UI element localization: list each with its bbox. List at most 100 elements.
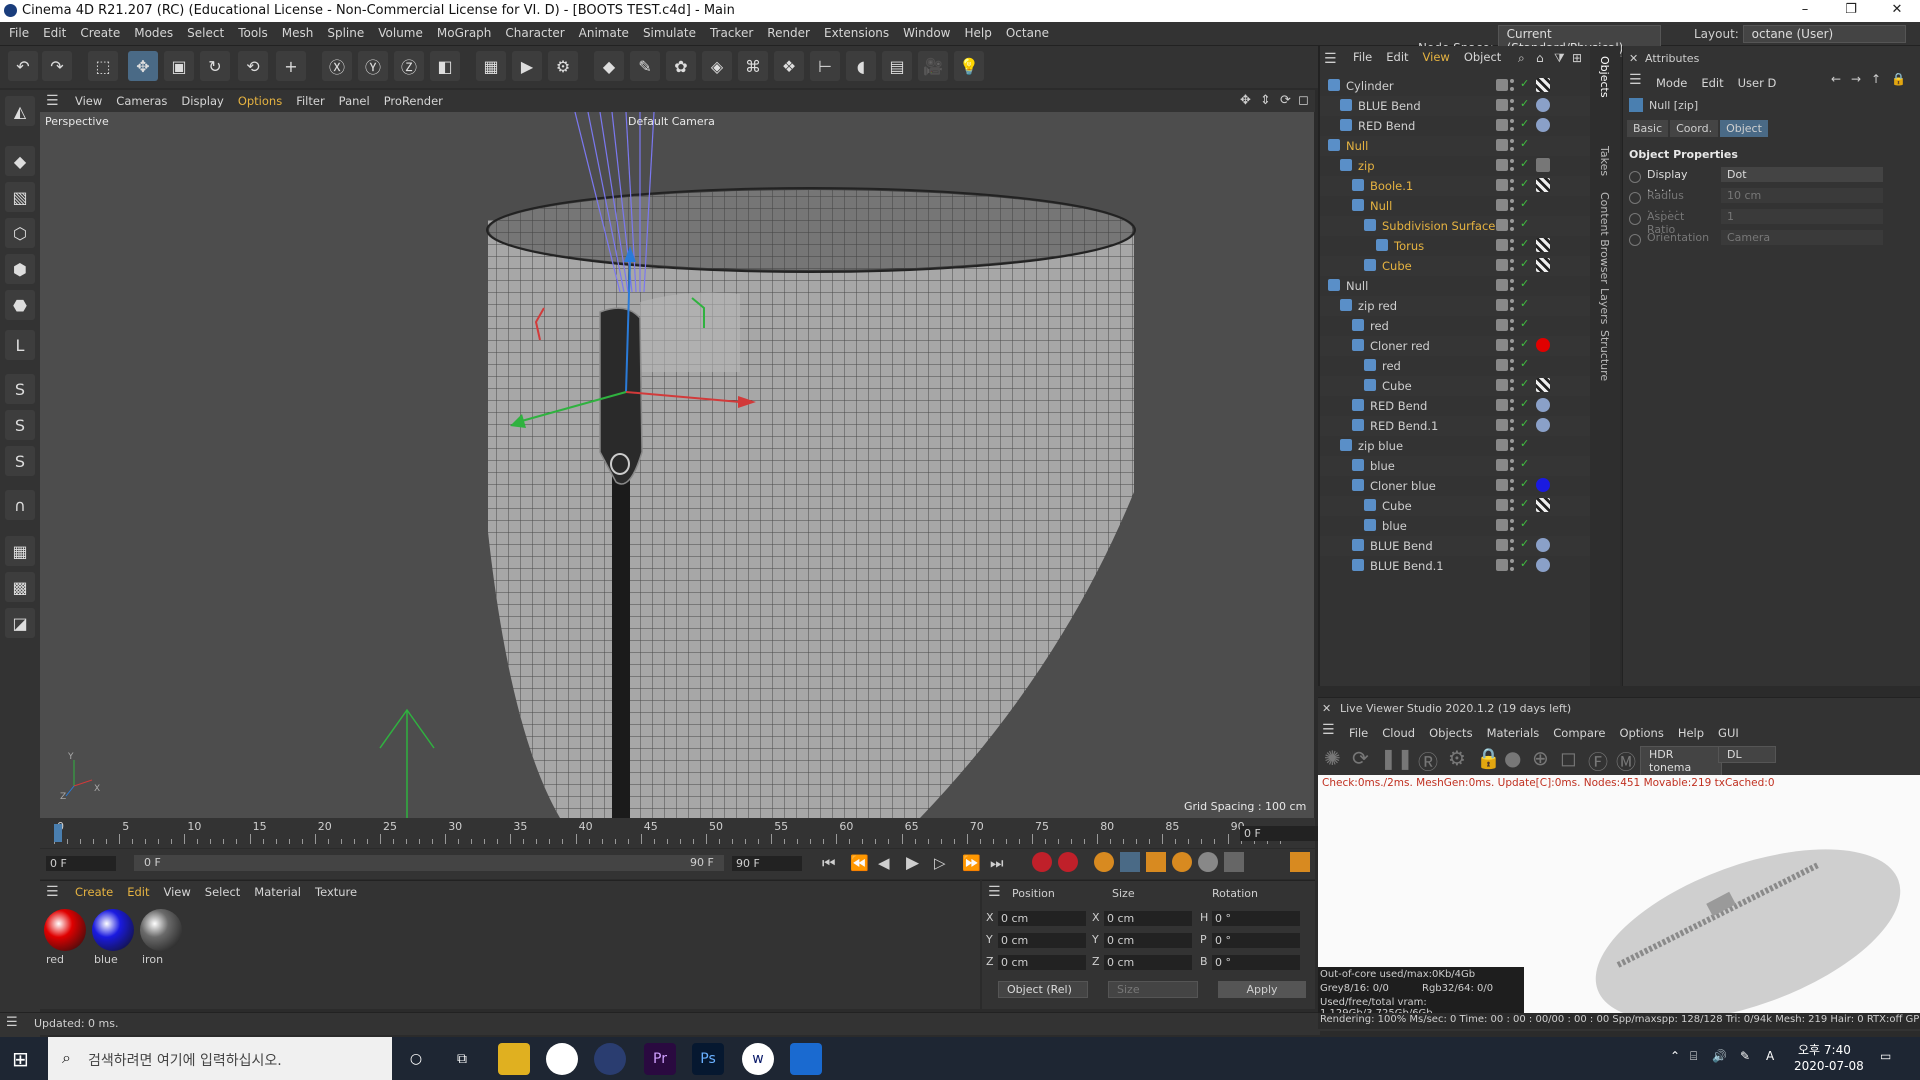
radio-icon[interactable] bbox=[1629, 192, 1641, 204]
region-icon[interactable]: Ⓡ bbox=[1418, 746, 1438, 775]
motion-icon[interactable]: Ⓜ bbox=[1616, 746, 1636, 775]
workplane-lock-icon[interactable]: ▩ bbox=[5, 572, 35, 602]
property-value[interactable]: 10 cm bbox=[1721, 188, 1883, 203]
material-tag[interactable] bbox=[1536, 158, 1550, 172]
clock-time[interactable]: 오후 7:40 bbox=[1798, 1041, 1851, 1058]
render-dots[interactable] bbox=[1510, 339, 1518, 351]
y-axis-lock-icon[interactable]: Ⓨ bbox=[358, 51, 388, 81]
visibility-toggle[interactable] bbox=[1496, 479, 1508, 491]
keyframe-selection-icon[interactable] bbox=[1094, 852, 1114, 872]
tray-chevron-icon[interactable]: ⌃ bbox=[1670, 1049, 1680, 1063]
focus-icon[interactable]: Ⓕ bbox=[1588, 746, 1608, 775]
key-rotation-icon[interactable] bbox=[1172, 852, 1192, 872]
enabled-check-icon[interactable]: ✓ bbox=[1520, 257, 1529, 270]
render-dots[interactable] bbox=[1510, 519, 1518, 531]
object-row[interactable]: Null ✓ bbox=[1320, 136, 1592, 156]
tab-basic[interactable]: Basic bbox=[1627, 120, 1669, 137]
lock-icon[interactable]: 🔒 bbox=[1891, 72, 1906, 86]
visibility-toggle[interactable] bbox=[1496, 299, 1508, 311]
light-icon[interactable]: 💡 bbox=[954, 51, 984, 81]
menu-character[interactable]: Character bbox=[498, 22, 571, 45]
rotation-field[interactable]: 0 ° bbox=[1212, 933, 1300, 948]
object-menu-edit[interactable]: Edit bbox=[1379, 46, 1415, 69]
render-dots[interactable] bbox=[1510, 119, 1518, 131]
photoshop-icon[interactable]: Ps bbox=[692, 1043, 724, 1075]
new-window-icon[interactable]: ⊞ bbox=[1572, 51, 1582, 65]
array-icon[interactable]: ◈ bbox=[702, 51, 732, 81]
live-viewer-menu-file[interactable]: File bbox=[1342, 722, 1375, 745]
visibility-toggle[interactable] bbox=[1496, 319, 1508, 331]
playhead[interactable] bbox=[54, 824, 62, 842]
material-tag[interactable] bbox=[1536, 378, 1550, 392]
visibility-toggle[interactable] bbox=[1496, 219, 1508, 231]
cortana-icon[interactable]: ○ bbox=[400, 1043, 432, 1075]
object-row[interactable]: Torus ✓ bbox=[1320, 236, 1592, 256]
material-tag[interactable] bbox=[1536, 418, 1550, 432]
object-row[interactable]: BLUE Bend ✓ bbox=[1320, 536, 1592, 556]
object-row[interactable]: RED Bend.1 ✓ bbox=[1320, 416, 1592, 436]
position-field[interactable]: 0 cm bbox=[998, 933, 1086, 948]
goto-start-icon[interactable]: ⏮ bbox=[822, 854, 836, 872]
menu-spline[interactable]: Spline bbox=[320, 22, 371, 45]
attributes-menu-mode[interactable]: Mode bbox=[1649, 72, 1694, 95]
material-menu-view[interactable]: View bbox=[157, 881, 198, 904]
cube-object-icon[interactable]: ◆ bbox=[594, 51, 624, 81]
visibility-toggle[interactable] bbox=[1496, 199, 1508, 211]
visibility-toggle[interactable] bbox=[1496, 359, 1508, 371]
workplane-icon[interactable]: ▦ bbox=[5, 536, 35, 566]
visibility-toggle[interactable] bbox=[1496, 499, 1508, 511]
material-tag[interactable] bbox=[1536, 498, 1550, 512]
enabled-check-icon[interactable]: ✓ bbox=[1520, 517, 1529, 530]
object-row[interactable]: Cloner red ✓ bbox=[1320, 336, 1592, 356]
windows-start-icon[interactable]: ⊞ bbox=[12, 1047, 29, 1071]
filter-icon[interactable]: ⧩ bbox=[1554, 51, 1565, 66]
forward-arrow-icon[interactable]: → bbox=[1851, 72, 1861, 86]
kernel-select[interactable]: DL bbox=[1718, 746, 1776, 763]
tab-coord[interactable]: Coord. bbox=[1670, 120, 1719, 137]
enabled-check-icon[interactable]: ✓ bbox=[1520, 337, 1529, 350]
tonemap-select[interactable]: HDR tonema bbox=[1640, 746, 1722, 776]
close-icon[interactable]: ✕ bbox=[1629, 52, 1638, 65]
timeline-ruler[interactable]: 051015202530354045505560657075808590 0 F bbox=[40, 818, 1318, 848]
menu-mograph[interactable]: MoGraph bbox=[430, 22, 499, 45]
visibility-toggle[interactable] bbox=[1496, 459, 1508, 471]
viewport-menu-filter[interactable]: Filter bbox=[289, 90, 331, 113]
viewport-menu-view[interactable]: View bbox=[68, 90, 109, 113]
visibility-toggle[interactable] bbox=[1496, 139, 1508, 151]
key-param-icon[interactable] bbox=[1198, 852, 1218, 872]
menu-select[interactable]: Select bbox=[180, 22, 231, 45]
material-tag[interactable] bbox=[1536, 98, 1550, 112]
property-value[interactable]: Camera bbox=[1721, 230, 1883, 245]
enabled-check-icon[interactable]: ✓ bbox=[1520, 297, 1529, 310]
live-viewer-menu-compare[interactable]: Compare bbox=[1546, 722, 1612, 745]
tab-structure[interactable]: Structure bbox=[1598, 330, 1611, 381]
menu-modes[interactable]: Modes bbox=[127, 22, 180, 45]
clay-icon[interactable]: ◻ bbox=[1560, 746, 1577, 770]
material-menu-select[interactable]: Select bbox=[198, 881, 247, 904]
chrome-icon[interactable] bbox=[546, 1043, 578, 1075]
live-viewer-menu-gui[interactable]: GUI bbox=[1711, 722, 1746, 745]
menu-help[interactable]: Help bbox=[958, 22, 999, 45]
hamburger-icon[interactable]: ☰ bbox=[1629, 72, 1642, 88]
material-tag[interactable] bbox=[1536, 178, 1550, 192]
live-viewer-menu-help[interactable]: Help bbox=[1671, 722, 1711, 745]
render-dots[interactable] bbox=[1510, 159, 1518, 171]
object-row[interactable]: Null ✓ bbox=[1320, 276, 1592, 296]
live-viewer-menu-cloud[interactable]: Cloud bbox=[1375, 722, 1422, 745]
render-dots[interactable] bbox=[1510, 239, 1518, 251]
object-menu-object[interactable]: Object bbox=[1457, 46, 1508, 69]
visibility-toggle[interactable] bbox=[1496, 399, 1508, 411]
timeline-window-icon[interactable] bbox=[1290, 852, 1310, 872]
enabled-check-icon[interactable]: ✓ bbox=[1520, 157, 1529, 170]
menu-animate[interactable]: Animate bbox=[572, 22, 636, 45]
back-arrow-icon[interactable]: ← bbox=[1831, 72, 1841, 86]
menu-mesh[interactable]: Mesh bbox=[275, 22, 321, 45]
render-dots[interactable] bbox=[1510, 139, 1518, 151]
attributes-menu-edit[interactable]: Edit bbox=[1694, 72, 1730, 95]
menu-edit[interactable]: Edit bbox=[36, 22, 73, 45]
axis-mode-icon[interactable]: L bbox=[5, 330, 35, 360]
render-dots[interactable] bbox=[1510, 559, 1518, 571]
menu-window[interactable]: Window bbox=[896, 22, 957, 45]
search-icon[interactable]: ⌕ bbox=[1518, 51, 1525, 66]
visibility-toggle[interactable] bbox=[1496, 159, 1508, 171]
